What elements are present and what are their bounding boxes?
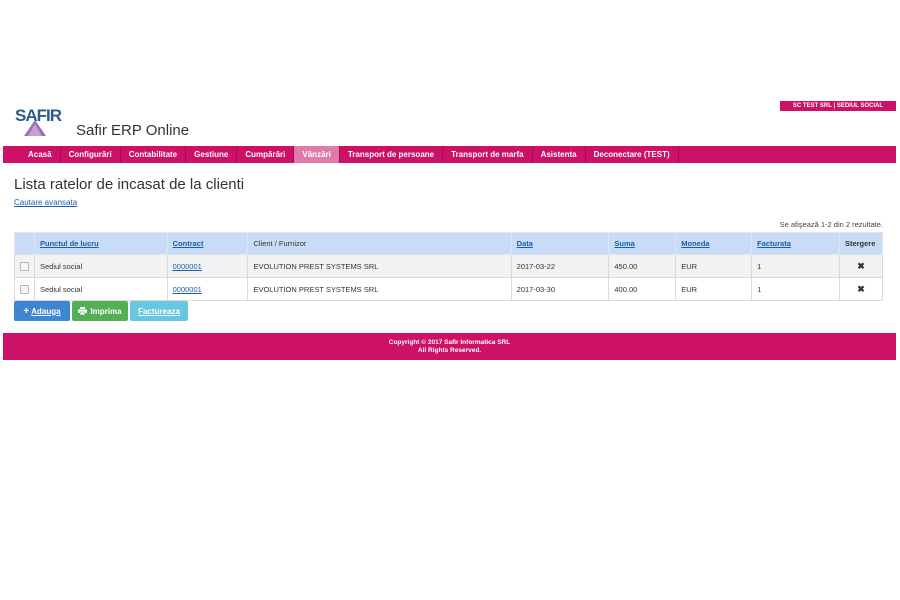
table-header-row: Punctul de lucru Contract Client / Furni…	[14, 232, 884, 255]
header-data[interactable]: Data	[510, 232, 610, 255]
header-moneda[interactable]: Moneda	[675, 232, 753, 255]
nav-item-vanzari[interactable]: Vânzări	[294, 146, 340, 163]
nav-item-configurari[interactable]: Configurări	[61, 146, 121, 163]
sort-contract-link[interactable]: Contract	[173, 239, 204, 248]
sort-facturata-link[interactable]: Facturata	[757, 239, 791, 248]
sort-punct-link[interactable]: Punctul de lucru	[40, 239, 99, 248]
cell-moneda: EUR	[675, 254, 753, 278]
nav-item-gestiune[interactable]: Gestiune	[186, 146, 238, 163]
invoice-button[interactable]: Factureaza	[130, 301, 188, 321]
cell-punct: Sediul social	[34, 277, 168, 301]
nav-item-cumparari[interactable]: Cumpărări	[237, 146, 295, 163]
cell-punct: Sediul social	[34, 254, 168, 278]
nav-item-acasa[interactable]: Acasă	[3, 146, 61, 163]
contract-link[interactable]: 0000001	[173, 285, 202, 294]
app-title: Safir ERP Online	[76, 122, 190, 139]
cell-facturata: 1	[751, 277, 840, 301]
header-stergere: Stergere	[838, 232, 884, 255]
cell-data: 2017-03-22	[510, 254, 610, 278]
sort-moneda-link[interactable]: Moneda	[681, 239, 709, 248]
nav-item-transport-persoane[interactable]: Transport de persoane	[340, 146, 444, 163]
cell-contract[interactable]: 0000001	[166, 254, 249, 278]
nav-item-contabilitate[interactable]: Contabilitate	[121, 146, 187, 163]
cell-moneda: EUR	[675, 277, 753, 301]
header-punct[interactable]: Punctul de lucru	[34, 232, 168, 255]
nav-item-asistenta[interactable]: Asistenta	[533, 146, 586, 163]
delete-x-icon[interactable]: ✖	[838, 254, 884, 278]
cell-facturata: 1	[751, 254, 840, 278]
header-suma[interactable]: Suma	[608, 232, 677, 255]
add-button[interactable]: + Adauga	[14, 301, 70, 321]
header-select	[14, 232, 35, 255]
main-nav: Acasă Configurări Contabilitate Gestiune…	[3, 146, 896, 163]
company-badge[interactable]: SC TEST SRL | SEDIUL SOCIAL	[780, 101, 896, 111]
table-row: Sediul social 0000001 EVOLUTION PREST SY…	[14, 254, 884, 278]
plus-icon: +	[23, 305, 30, 317]
header-client: Client / Furnizor	[247, 232, 512, 255]
row-checkbox[interactable]	[20, 284, 29, 294]
header-facturata[interactable]: Facturata	[751, 232, 840, 255]
delete-x-icon[interactable]: ✖	[838, 277, 884, 301]
logo-triangle-icon	[24, 120, 46, 136]
invoice-button-label: Factureaza	[138, 306, 180, 316]
nav-item-transport-marfa[interactable]: Transport de marfa	[443, 146, 533, 163]
cell-client: EVOLUTION PREST SYSTEMS SRL	[247, 277, 512, 301]
nav-item-deconectare[interactable]: Deconectare (TEST)	[586, 146, 679, 163]
footer-copyright: Copyright © 2017 Safir Informatica SRL	[388, 339, 511, 346]
safir-logo: SAFIR	[15, 106, 73, 136]
header-contract[interactable]: Contract	[166, 232, 249, 255]
page-title: Lista ratelor de incasat de la clienti	[14, 176, 245, 193]
cell-suma: 450.00	[608, 254, 677, 278]
cell-client: EVOLUTION PREST SYSTEMS SRL	[247, 254, 512, 278]
sort-data-link[interactable]: Data	[517, 239, 533, 248]
print-button-label: Imprima	[90, 306, 122, 316]
print-button[interactable]: Imprima	[72, 301, 128, 321]
table-row: Sediul social 0000001 EVOLUTION PREST SY…	[14, 277, 884, 301]
installments-table: Punctul de lucru Contract Client / Furni…	[14, 232, 884, 301]
cell-data: 2017-03-30	[510, 277, 610, 301]
footer: Copyright © 2017 Safir Informatica SRL A…	[3, 333, 896, 360]
row-select-cell[interactable]	[14, 277, 35, 301]
cell-contract[interactable]: 0000001	[166, 277, 249, 301]
advanced-search-link[interactable]: Cautare avansata	[14, 198, 77, 207]
printer-icon	[78, 307, 88, 315]
row-select-cell[interactable]	[14, 254, 35, 278]
sort-suma-link[interactable]: Suma	[614, 239, 634, 248]
cell-suma: 400.00	[608, 277, 677, 301]
results-summary: Se afişează 1-2 din 2 rezultate.	[779, 220, 883, 229]
row-checkbox[interactable]	[20, 261, 29, 271]
contract-link[interactable]: 0000001	[173, 262, 202, 271]
footer-rights: All Rights Reserved.	[417, 347, 482, 354]
add-button-label: Adauga	[31, 306, 61, 316]
